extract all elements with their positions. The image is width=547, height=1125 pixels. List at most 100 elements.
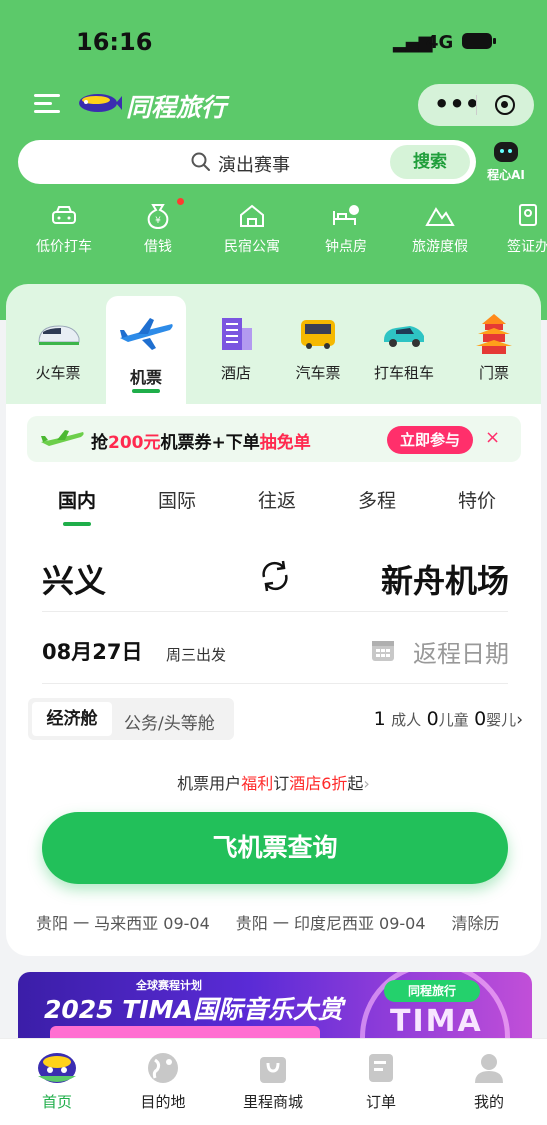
- hotel-discount-link[interactable]: 机票用户福利订酒店6折起›: [0, 770, 547, 794]
- swap-icon[interactable]: [256, 557, 294, 595]
- search-history: 贵阳 一 马来西亚 09-04 贵阳 一 印度尼西亚 09-04 清除历: [36, 910, 514, 934]
- category-label: 打车租车: [373, 364, 434, 382]
- nav-orders[interactable]: 订单: [336, 1047, 426, 1112]
- home-mascot-icon: [38, 1053, 76, 1083]
- category-tickets[interactable]: 门票: [454, 310, 534, 383]
- search-flights-button[interactable]: 飞机票查询: [42, 812, 508, 884]
- service-label: 旅游度假: [412, 239, 468, 255]
- category-bus[interactable]: 汽车票: [278, 310, 358, 383]
- hotel-icon: [222, 318, 252, 350]
- brand-logo-icon: [79, 94, 122, 112]
- nav-label: 里程商城: [242, 1093, 303, 1111]
- bus-icon: [301, 320, 335, 349]
- history-item[interactable]: 贵阳 一 印度尼西亚 09-04: [236, 914, 426, 933]
- category-label: 门票: [478, 364, 509, 382]
- event-banner[interactable]: 全球赛程计划 2025 TIMA国际音乐大赏 同程旅行 TIMA: [18, 972, 532, 1042]
- nav-destination[interactable]: 目的地: [118, 1047, 208, 1112]
- divider: [42, 611, 508, 612]
- departure-weekday: 周三出发: [166, 646, 227, 664]
- taxi-icon: [384, 326, 424, 347]
- tab-special-price[interactable]: 特价: [458, 486, 496, 513]
- train-icon: [38, 325, 80, 345]
- order-icon: [369, 1054, 393, 1082]
- close-miniprogram-icon[interactable]: [495, 95, 515, 115]
- search-button[interactable]: 搜索: [390, 145, 470, 179]
- mini-program-capsule[interactable]: •••: [418, 84, 534, 126]
- house-icon: [240, 204, 264, 227]
- category-taxi-rental[interactable]: 打车租车: [364, 310, 444, 383]
- nav-label: 目的地: [140, 1093, 186, 1111]
- tab-round-trip[interactable]: 往返: [258, 486, 296, 513]
- pagoda-icon: [476, 314, 512, 354]
- cabin-economy[interactable]: 经济舱: [32, 702, 112, 736]
- category-label: 机票: [129, 368, 162, 387]
- departure-date[interactable]: 08月27日: [42, 636, 142, 666]
- close-icon[interactable]: ×: [485, 427, 500, 448]
- arrival-city[interactable]: 新舟机场: [381, 556, 509, 602]
- service-vacation[interactable]: 旅游度假: [400, 196, 480, 256]
- shopping-bag-icon: [260, 1057, 286, 1083]
- airplane-icon: [120, 318, 173, 350]
- search-icon: [191, 152, 210, 171]
- banner-brand-tag: 同程旅行: [384, 980, 480, 1002]
- category-train[interactable]: 火车票: [18, 310, 98, 383]
- tab-domestic[interactable]: 国内: [58, 486, 96, 513]
- tab-multi-city[interactable]: 多程: [358, 486, 396, 513]
- cabin-business[interactable]: 公务/头等舱: [124, 709, 215, 734]
- join-now-button[interactable]: 立即参与: [387, 426, 473, 454]
- service-label: 借钱: [144, 239, 172, 255]
- bottom-navigation: 首页 目的地 里程商城 订单 我的: [0, 1038, 547, 1125]
- service-homestay[interactable]: 民宿公寓: [212, 196, 292, 256]
- passenger-selector[interactable]: 1 成人 0儿童 0婴儿›: [374, 708, 523, 730]
- trip-type-tabs: 国内 国际 往返 多程 特价: [0, 486, 547, 526]
- status-time: 16:16: [76, 28, 153, 56]
- ai-label: 程心AI: [487, 168, 525, 182]
- category-flight[interactable]: 机票: [106, 310, 186, 388]
- service-label: 钟点房: [325, 239, 367, 255]
- history-item[interactable]: 贵阳 一 马来西亚 09-04: [36, 914, 210, 933]
- nav-home[interactable]: 首页: [12, 1047, 102, 1112]
- nav-profile[interactable]: 我的: [444, 1047, 534, 1112]
- robot-icon: [494, 142, 518, 162]
- category-label: 汽车票: [295, 364, 341, 382]
- globe-icon: [148, 1053, 178, 1083]
- category-hotel[interactable]: 酒店: [196, 310, 276, 383]
- banner-title: 2025 TIMA国际音乐大赏: [44, 995, 343, 1024]
- nav-label: 首页: [41, 1093, 72, 1111]
- tab-active-indicator: [63, 522, 91, 526]
- notification-dot: [177, 198, 184, 205]
- service-visa[interactable]: 签证办: [488, 196, 547, 256]
- capsule-divider: [476, 95, 477, 115]
- service-label: 民宿公寓: [224, 239, 280, 255]
- battery-icon: [462, 33, 496, 49]
- promo-text: 抢200元机票券+下单抽免单: [91, 433, 311, 453]
- more-icon[interactable]: •••: [434, 90, 480, 118]
- money-bag-icon: ¥: [147, 204, 169, 230]
- service-loan[interactable]: ¥ 借钱: [118, 196, 198, 256]
- return-date-field[interactable]: 返程日期: [413, 634, 509, 669]
- chevron-right-icon: ›: [363, 774, 370, 793]
- menu-icon[interactable]: [34, 94, 60, 114]
- chevron-right-icon: ›: [516, 710, 523, 730]
- status-bar: 16:16 ▂▄▆ 4G: [0, 0, 547, 80]
- promo-banner[interactable]: 抢200元机票券+下单抽免单 立即参与 ×: [27, 416, 521, 462]
- ai-assistant-button[interactable]: 程心AI: [482, 142, 530, 186]
- profile-icon: [475, 1054, 503, 1083]
- departure-city[interactable]: 兴义: [42, 556, 106, 602]
- service-hourly-room[interactable]: 钟点房: [306, 196, 386, 256]
- nav-mileage-mall[interactable]: 里程商城: [228, 1047, 318, 1112]
- search-bar[interactable]: 演出赛事 搜索: [18, 140, 476, 184]
- calendar-icon: [372, 641, 394, 661]
- category-active-indicator: [132, 389, 160, 393]
- network-type: 4G: [426, 32, 454, 53]
- service-label: 签证办: [507, 239, 547, 255]
- category-label: 火车票: [35, 364, 81, 382]
- plane-promo-icon: [41, 430, 84, 446]
- service-cheap-taxi[interactable]: 低价打车: [24, 196, 104, 256]
- clear-history-button[interactable]: 清除历: [452, 914, 500, 933]
- brand-name: 同程旅行: [126, 93, 227, 122]
- visa-icon: [519, 204, 537, 226]
- tab-international[interactable]: 国际: [158, 486, 196, 513]
- divider: [42, 683, 508, 684]
- svg-text:¥: ¥: [155, 216, 161, 226]
